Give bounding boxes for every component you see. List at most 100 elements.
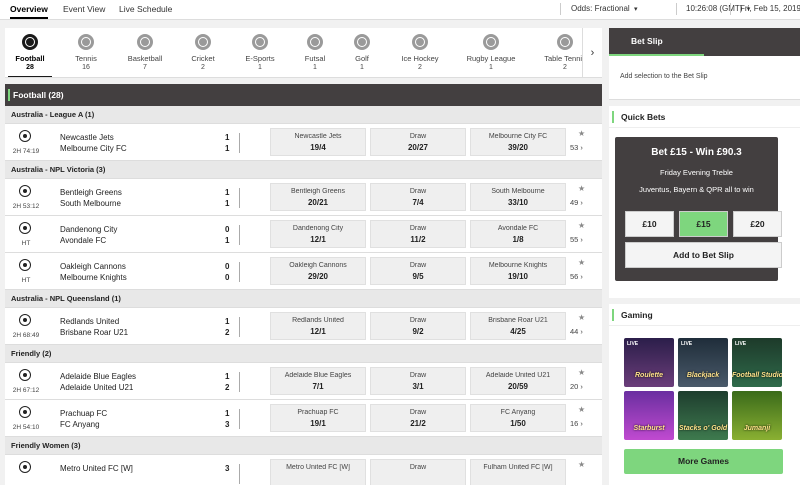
- star-icon[interactable]: ★: [578, 129, 585, 138]
- match-row[interactable]: 2H 74:19 Newcastle Jets Melbourne City F…: [5, 124, 602, 161]
- odds-home-button[interactable]: Prachuap FC 19/1: [270, 404, 366, 432]
- more-markets-link[interactable]: 55 ›: [570, 235, 583, 244]
- divider: [560, 3, 561, 15]
- table-tennis-icon: [557, 34, 573, 50]
- tab-overview[interactable]: Overview: [10, 4, 48, 19]
- game-stacks-o-gold-tile[interactable]: Stacks o' Gold: [678, 391, 728, 440]
- competition-header[interactable]: Friendly Women (3): [5, 437, 602, 455]
- more-markets-link[interactable]: 20 ›: [570, 382, 583, 391]
- more-games-button[interactable]: More Games: [624, 449, 783, 474]
- odds-draw-button[interactable]: Draw: [370, 459, 466, 485]
- match-row[interactable]: 2H 68:49 Redlands United Brisbane Roar U…: [5, 308, 602, 345]
- match-time: 2H 67:12: [12, 387, 40, 394]
- more-markets-link[interactable]: 16 ›: [570, 419, 583, 428]
- odds-draw-button[interactable]: Draw 7/4: [370, 183, 466, 211]
- star-icon[interactable]: ★: [578, 184, 585, 193]
- odds-home-button[interactable]: Bentleigh Greens 20/21: [270, 183, 366, 211]
- sport-label: E-Sports: [245, 54, 275, 63]
- star-icon[interactable]: ★: [578, 313, 585, 322]
- game-football-studio-tile[interactable]: LIVE Football Studio: [732, 338, 782, 387]
- away-team: FC Anyang: [60, 420, 100, 429]
- betslip-empty-text: Add selection to the Bet Slip: [620, 73, 708, 80]
- odds-away-button[interactable]: FC Anyang 1/50: [470, 404, 566, 432]
- odds-draw-button[interactable]: Draw 3/1: [370, 367, 466, 395]
- star-icon[interactable]: ★: [578, 368, 585, 377]
- match-row[interactable]: 2H 54:10 Prachuap FC FC Anyang 1 3 Prach…: [5, 400, 602, 437]
- game-name: Starburst: [633, 425, 665, 432]
- basketball-icon: [137, 34, 153, 50]
- home-team: Prachuap FC: [60, 409, 108, 418]
- stake-15-button[interactable]: £15: [679, 211, 728, 237]
- sport-label: Cricket: [191, 54, 215, 63]
- tab-live-schedule[interactable]: Live Schedule: [119, 4, 172, 14]
- odds-home-button[interactable]: Oakleigh Cannons 29/20: [270, 257, 366, 285]
- add-to-bet-slip-button[interactable]: Add to Bet Slip: [625, 242, 782, 268]
- sport-basketball[interactable]: Basketball 7: [115, 34, 175, 71]
- match-row[interactable]: HT Oakleigh Cannons Melbourne Knights 0 …: [5, 253, 602, 290]
- more-markets-link[interactable]: 53 ›: [570, 143, 583, 152]
- game-blackjack-tile[interactable]: LIVE Blackjack: [678, 338, 728, 387]
- odds-draw-button[interactable]: Draw 11/2: [370, 220, 466, 248]
- competition-header[interactable]: Friendly (2): [5, 345, 602, 363]
- odds-away-button[interactable]: Brisbane Roar U21 4/25: [470, 312, 566, 340]
- odds-home-button[interactable]: Adelaide Blue Eagles 7/1: [270, 367, 366, 395]
- odds-home-button[interactable]: Redlands United 12/1: [270, 312, 366, 340]
- tab-bet-slip[interactable]: Bet Slip: [609, 28, 704, 56]
- odds-selector[interactable]: Odds: Fractional ▾: [571, 4, 637, 13]
- odds-away-button[interactable]: Melbourne Knights 19/10: [470, 257, 566, 285]
- more-markets-link[interactable]: 56 ›: [570, 272, 583, 281]
- game-name: Blackjack: [686, 372, 720, 379]
- sport-cricket[interactable]: Cricket 2: [173, 34, 233, 71]
- odds-home-button[interactable]: Metro United FC [W]: [270, 459, 366, 485]
- competition-header[interactable]: Australia - NPL Queensland (1): [5, 290, 602, 308]
- odds-label: Melbourne City FC: [488, 133, 548, 140]
- star-icon[interactable]: ★: [578, 460, 585, 469]
- odds-away-button[interactable]: Adelaide United U21 20/59: [470, 367, 566, 395]
- sport-tennis[interactable]: Tennis 16: [56, 34, 116, 71]
- match-row[interactable]: HT Dandenong City Avondale FC 0 1 Danden…: [5, 216, 602, 253]
- sport-count: 1: [360, 64, 364, 71]
- odds-away-button[interactable]: Fulham United FC [W]: [470, 459, 566, 485]
- match-row[interactable]: 2H 67:12 Adelaide Blue Eagles Adelaide U…: [5, 363, 602, 400]
- odds-home-button[interactable]: Dandenong City 12/1: [270, 220, 366, 248]
- sport-rugby-league[interactable]: Rugby League 1: [461, 34, 521, 71]
- tab-event-view[interactable]: Event View: [63, 4, 105, 14]
- scroll-right-button[interactable]: ›: [582, 28, 602, 77]
- match-row[interactable]: Metro United FC [W] 3 Metro United FC [W…: [5, 455, 602, 485]
- odds-away-button[interactable]: Avondale FC 1/8: [470, 220, 566, 248]
- odds-label: Bentleigh Greens: [290, 188, 346, 195]
- away-score: 1: [225, 236, 230, 245]
- sport-football[interactable]: Football 28: [5, 34, 60, 77]
- star-icon[interactable]: ★: [578, 405, 585, 414]
- odds-away-button[interactable]: Melbourne City FC 39/20: [470, 128, 566, 156]
- star-icon[interactable]: ★: [578, 258, 585, 267]
- competition-header[interactable]: Australia - NPL Victoria (3): [5, 161, 602, 179]
- more-markets-link[interactable]: 44 ›: [570, 327, 583, 336]
- stake-20-button[interactable]: £20: [733, 211, 782, 237]
- odds-price: 12/1: [310, 327, 326, 336]
- more-markets-link[interactable]: 49 ›: [570, 198, 583, 207]
- sport-ice-hockey[interactable]: Ice Hockey 2: [390, 34, 450, 71]
- match-row[interactable]: 2H 53:12 Bentleigh Greens South Melbourn…: [5, 179, 602, 216]
- star-icon[interactable]: ★: [578, 221, 585, 230]
- sport-esports[interactable]: E-Sports 1: [230, 34, 290, 71]
- odds-away-button[interactable]: South Melbourne 33/10: [470, 183, 566, 211]
- gaming-header: Gaming: [609, 304, 800, 326]
- odds-home-button[interactable]: Newcastle Jets 19/4: [270, 128, 366, 156]
- away-score: 1: [225, 199, 230, 208]
- odds-price: 11/2: [410, 235, 426, 244]
- odds-draw-button[interactable]: Draw 9/5: [370, 257, 466, 285]
- odds-draw-button[interactable]: Draw 21/2: [370, 404, 466, 432]
- home-score: 3: [225, 464, 230, 473]
- game-starburst-tile[interactable]: Starburst: [624, 391, 674, 440]
- game-jumanji-tile[interactable]: Jumanji: [732, 391, 782, 440]
- odds-draw-button[interactable]: Draw 9/2: [370, 312, 466, 340]
- odds-price: 4/25: [510, 327, 526, 336]
- competition-header[interactable]: Australia - League A (1): [5, 106, 602, 124]
- odds-draw-button[interactable]: Draw 20/27: [370, 128, 466, 156]
- sport-golf[interactable]: Golf 1: [332, 34, 392, 71]
- game-roulette-tile[interactable]: LIVE Roulette: [624, 338, 674, 387]
- odds-label: Dandenong City: [292, 225, 344, 232]
- betslip-header: Bet Slip: [609, 28, 800, 56]
- stake-10-button[interactable]: £10: [625, 211, 674, 237]
